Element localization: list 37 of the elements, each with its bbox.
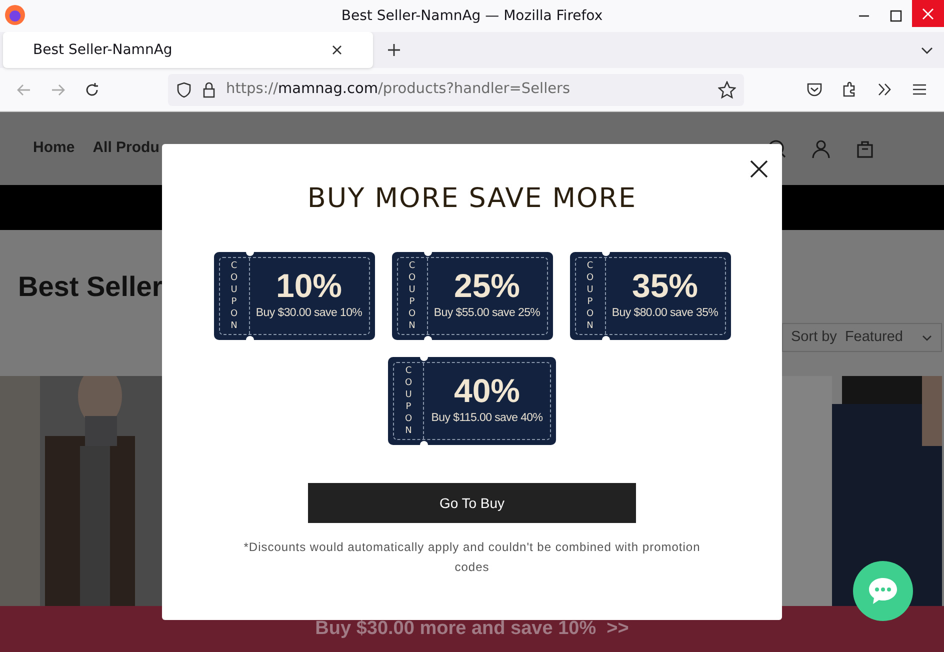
bag-icon[interactable]: [855, 138, 875, 158]
close-icon: [922, 8, 934, 20]
coupon-percent: 10%: [276, 269, 342, 302]
coupon-tag: COUPON: [220, 258, 250, 334]
overflow-icon[interactable]: [876, 81, 893, 98]
disclaimer-text: *Discounts would automatically apply and couldn't be combined with promotion codes: [242, 539, 702, 576]
lock-icon: [202, 82, 216, 98]
coupon-tag: COUPON: [576, 258, 606, 334]
address-bar[interactable]: https://mamnag.com/products?handler=Sellers: [168, 74, 744, 106]
coupon-tag: COUPON: [398, 258, 428, 334]
go-to-buy-button[interactable]: Go To Buy: [308, 483, 636, 523]
star-icon[interactable]: [718, 80, 736, 98]
new-tab-icon[interactable]: [387, 43, 401, 57]
firefox-logo-icon: [4, 4, 26, 26]
chat-bubble-icon: [867, 576, 899, 606]
browser-tab[interactable]: Best Seller-NamnAg: [3, 32, 373, 68]
close-button[interactable]: [912, 0, 944, 27]
popup-title: BUY MORE SAVE MORE: [307, 185, 637, 212]
shield-icon: [176, 82, 192, 98]
coupon-tag: COUPON: [394, 363, 424, 439]
coupon-percent: 25%: [454, 269, 520, 302]
pocket-icon[interactable]: [806, 81, 823, 98]
window-title: Best Seller-NamnAg — Mozilla Firefox: [341, 6, 603, 26]
maximize-icon[interactable]: [890, 10, 902, 22]
coupon-percent: 35%: [632, 269, 698, 302]
user-icon[interactable]: [811, 138, 831, 158]
page-heading: Best Seller: [18, 270, 163, 304]
coupon-percent: 40%: [454, 374, 520, 408]
close-icon[interactable]: [750, 160, 768, 178]
close-icon[interactable]: [331, 44, 343, 56]
reload-icon[interactable]: [84, 82, 100, 98]
coupon-caption: Buy $115.00 save 40%: [431, 411, 543, 426]
coupon-caption: Buy $80.00 save 35%: [612, 306, 718, 322]
coupon-caption: Buy $55.00 save 25%: [434, 306, 540, 322]
coupon-caption: Buy $30.00 save 10%: [256, 306, 362, 322]
promo-text: Buy $30.00 more and save 10% >>: [315, 616, 629, 641]
url-text: https://mamnag.com/products?handler=Sellers: [226, 80, 570, 99]
